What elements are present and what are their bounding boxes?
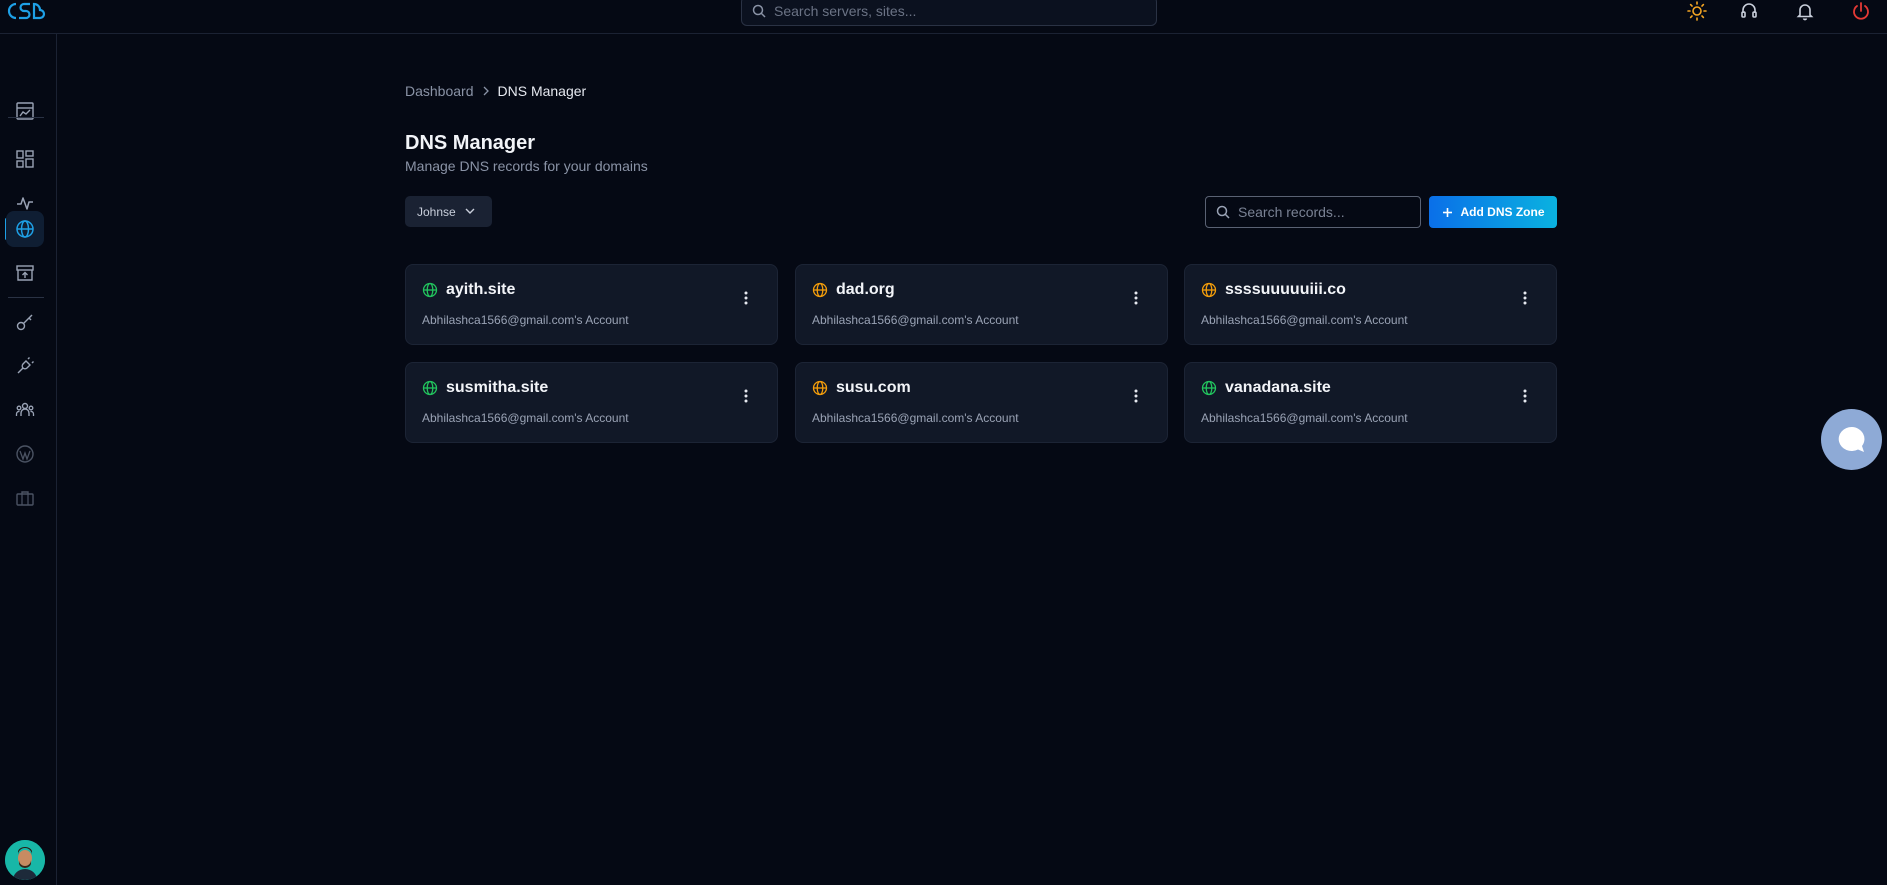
zone-domain[interactable]: ssssuuuuuiii.co — [1225, 281, 1346, 299]
chat-widget-button[interactable] — [1821, 409, 1882, 470]
zone-card[interactable]: ssssuuuuuiii.co Abhilashca1566@gmail.com… — [1184, 264, 1557, 345]
zone-account: Abhilashca1566@gmail.com's Account — [1201, 313, 1408, 327]
zone-domain[interactable]: vanadana.site — [1225, 379, 1331, 397]
headset-icon[interactable] — [1738, 0, 1760, 22]
globe-icon — [422, 282, 438, 298]
plus-icon — [1442, 207, 1453, 218]
breadcrumb: Dashboard DNS Manager — [405, 83, 586, 99]
records-search-input[interactable] — [1238, 204, 1408, 220]
zone-account: Abhilashca1566@gmail.com's Account — [812, 411, 1019, 425]
sidebar-item-wordpress[interactable] — [6, 436, 44, 472]
globe-icon — [812, 380, 828, 396]
power-icon[interactable] — [1850, 0, 1872, 22]
more-vertical-icon[interactable] — [741, 387, 751, 405]
more-vertical-icon[interactable] — [741, 289, 751, 307]
records-search[interactable] — [1205, 196, 1421, 228]
zone-domain[interactable]: susu.com — [836, 379, 911, 397]
zone-card[interactable]: vanadana.site Abhilashca1566@gmail.com's… — [1184, 362, 1557, 443]
key-icon — [16, 314, 33, 331]
sidebar-item-dns[interactable] — [6, 211, 44, 247]
add-dns-zone-label: Add DNS Zone — [1460, 205, 1545, 219]
sidebar-item-analytics[interactable] — [6, 93, 44, 129]
zone-account: Abhilashca1566@gmail.com's Account — [1201, 411, 1408, 425]
archive-icon — [16, 265, 34, 281]
zone-account: Abhilashca1566@gmail.com's Account — [812, 313, 1019, 327]
bell-icon[interactable] — [1794, 0, 1816, 22]
globe-icon — [422, 380, 438, 396]
sun-icon[interactable] — [1686, 0, 1708, 22]
sidebar-item-keys[interactable] — [6, 304, 44, 340]
breadcrumb-current: DNS Manager — [497, 83, 587, 99]
sidebar-item-archive[interactable] — [6, 255, 44, 291]
wordpress-icon — [16, 445, 34, 463]
sidebar-item-dashboard[interactable] — [6, 141, 44, 177]
globe-icon — [812, 282, 828, 298]
search-icon — [1216, 205, 1230, 219]
sidebar-divider — [8, 297, 44, 298]
sidebar-item-integrations[interactable] — [6, 348, 44, 384]
grid-icon — [16, 150, 34, 168]
chevron-right-icon — [482, 86, 490, 96]
zone-domain[interactable]: susmitha.site — [446, 379, 548, 397]
zone-card[interactable]: susu.com Abhilashca1566@gmail.com's Acco… — [795, 362, 1168, 443]
zone-card[interactable]: susmitha.site Abhilashca1566@gmail.com's… — [405, 362, 778, 443]
zone-account: Abhilashca1566@gmail.com's Account — [422, 313, 629, 327]
sidebar — [0, 34, 57, 885]
chart-board-icon — [16, 102, 34, 120]
globe-icon — [16, 220, 34, 238]
chevron-down-icon — [465, 208, 475, 215]
plug-icon — [17, 357, 34, 374]
account-select-value: Johnse — [417, 204, 456, 219]
zone-domain[interactable]: dad.org — [836, 281, 895, 299]
add-dns-zone-button[interactable]: Add DNS Zone — [1429, 196, 1557, 228]
globe-icon — [1201, 282, 1217, 298]
page-subtitle: Manage DNS records for your domains — [405, 158, 648, 174]
search-icon — [752, 4, 766, 18]
sidebar-item-briefcase[interactable] — [6, 480, 44, 516]
more-vertical-icon[interactable] — [1131, 289, 1141, 307]
more-vertical-icon[interactable] — [1520, 387, 1530, 405]
breadcrumb-dashboard-link[interactable]: Dashboard — [405, 83, 474, 99]
zone-card[interactable]: dad.org Abhilashca1566@gmail.com's Accou… — [795, 264, 1168, 345]
page-title: DNS Manager — [405, 132, 536, 154]
sidebar-item-team[interactable] — [6, 392, 44, 428]
globe-icon — [1201, 380, 1217, 396]
chat-icon — [1838, 426, 1864, 452]
pulse-icon — [17, 197, 33, 210]
zone-account: Abhilashca1566@gmail.com's Account — [422, 411, 629, 425]
account-select[interactable]: Johnse — [405, 196, 492, 227]
users-icon — [15, 402, 35, 416]
top-bar — [0, 0, 1887, 34]
global-search-input[interactable] — [774, 3, 1134, 19]
avatar[interactable] — [5, 840, 45, 880]
zone-card[interactable]: ayith.site Abhilashca1566@gmail.com's Ac… — [405, 264, 778, 345]
zone-domain[interactable]: ayith.site — [446, 281, 515, 299]
global-search[interactable] — [741, 0, 1157, 26]
sidebar-divider — [8, 117, 44, 118]
app-logo[interactable] — [6, 0, 50, 22]
briefcase-icon — [16, 491, 34, 506]
more-vertical-icon[interactable] — [1131, 387, 1141, 405]
more-vertical-icon[interactable] — [1520, 289, 1530, 307]
